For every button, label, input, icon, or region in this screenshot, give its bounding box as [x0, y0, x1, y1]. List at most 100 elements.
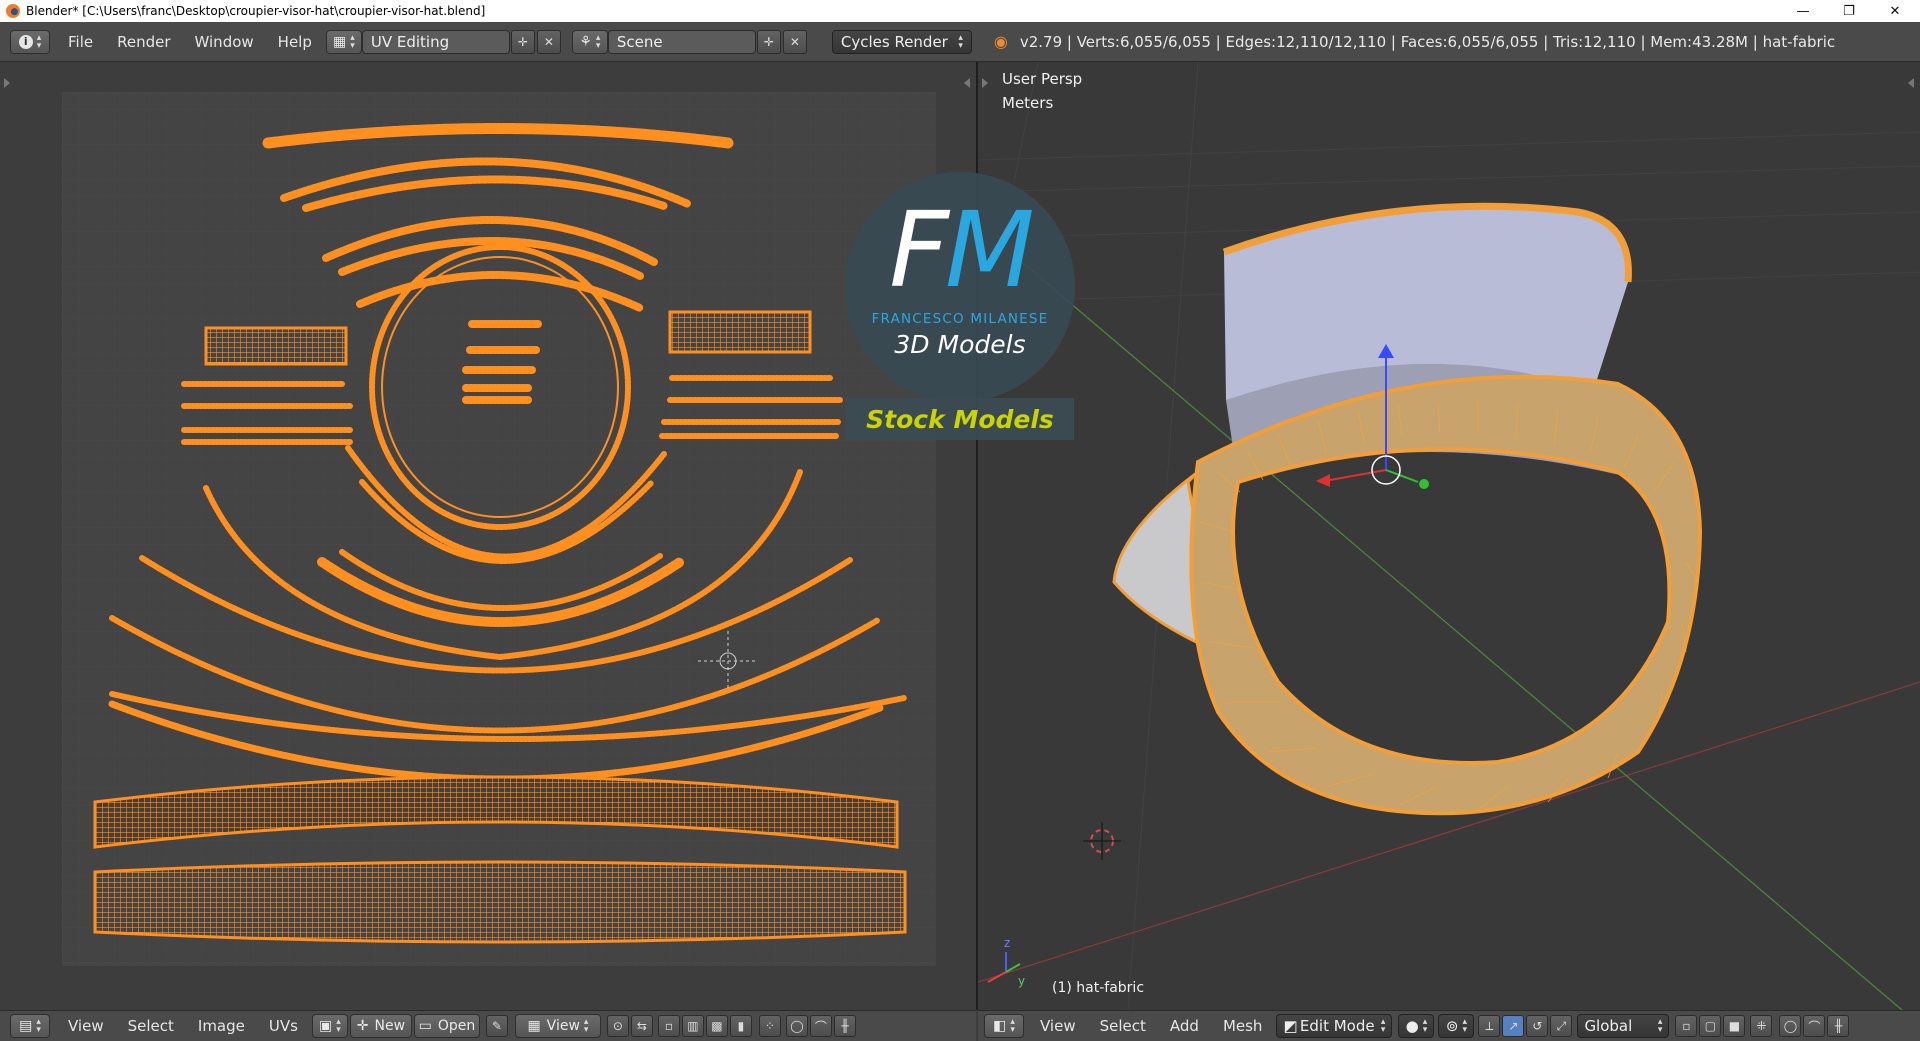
- folder-icon: ▭: [418, 1018, 432, 1034]
- edge-select-mode-icon[interactable]: ▢: [1699, 1015, 1722, 1037]
- view-mode-dropdown[interactable]: ▦ View ▴ ▾: [514, 1014, 601, 1038]
- region-toggle-icon[interactable]: [982, 78, 988, 88]
- window-titlebar: Blender* [C:\Users\franc\Desktop\croupie…: [0, 0, 1920, 22]
- remove-scene-icon[interactable]: ✕: [782, 29, 807, 54]
- scene-field[interactable]: Scene: [607, 29, 756, 54]
- uv-menu-view[interactable]: View: [56, 1017, 116, 1035]
- edge-select-icon[interactable]: ▥: [681, 1015, 704, 1037]
- snap-element-icon[interactable]: ⌒: [1803, 1015, 1826, 1037]
- plus-icon: ✛: [356, 1018, 369, 1034]
- uv-editor-header: ▤ ▴ ▾ View Select Image UVs ▣ ▴ ▾ ✛ New ▭ Open…: [0, 1010, 976, 1041]
- scene-statistics: v2.79 | Verts:6,055/6,055 | Edges:12,110…: [1019, 32, 1836, 51]
- region-toggle-icon[interactable]: [4, 78, 10, 88]
- info-icon: i: [18, 34, 33, 49]
- view-mode-icon: ▦: [527, 1018, 541, 1034]
- screen-layout-field[interactable]: UV Editing: [361, 29, 510, 54]
- pin-icon[interactable]: ✎: [485, 1015, 508, 1037]
- uv-sculpt-icon[interactable]: ╫: [833, 1015, 856, 1037]
- menu-file[interactable]: File: [56, 33, 105, 51]
- scene-icon: ⚘: [579, 33, 592, 50]
- orientation-label: Global: [1584, 1017, 1633, 1035]
- uv-image-editor[interactable]: [0, 62, 976, 1010]
- close-button[interactable]: ✕: [1872, 0, 1918, 22]
- sync-selection-icon[interactable]: ⇆: [630, 1015, 653, 1037]
- uv-menu-uvs[interactable]: UVs: [257, 1017, 310, 1035]
- new-image-button[interactable]: ✛ New: [349, 1014, 412, 1038]
- open-image-label: Open: [437, 1018, 476, 1034]
- axis-y-label: y: [1018, 974, 1026, 988]
- manipulator-toggle-icon[interactable]: ⟂: [1478, 1015, 1501, 1037]
- restore-button[interactable]: ❐: [1826, 0, 1872, 22]
- image-editor-icon: ▤: [19, 1018, 33, 1034]
- menu-render[interactable]: Render: [105, 33, 182, 51]
- proportional-edit-icon[interactable]: ◯: [785, 1015, 808, 1037]
- editor-type-button[interactable]: ◧ ▴ ▾: [984, 1014, 1024, 1038]
- scale-icon[interactable]: ⤢: [1550, 1015, 1573, 1037]
- spin-arrows-icon: ▴ ▾: [1010, 1017, 1015, 1035]
- render-engine-dropdown[interactable]: Cycles Render ▴ ▾: [831, 29, 972, 54]
- mode-label: Edit Mode: [1299, 1017, 1375, 1035]
- spin-arrows-icon: ▴ ▾: [350, 32, 355, 51]
- sticky-mode-icon[interactable]: ⁘: [758, 1015, 781, 1037]
- axis-z-label: z: [1004, 936, 1011, 950]
- open-image-button[interactable]: ▭ Open: [413, 1014, 480, 1038]
- view3d-menu-view[interactable]: View: [1028, 1017, 1088, 1035]
- uv-canvas[interactable]: [0, 62, 976, 1010]
- 3d-view-header: ◧ ▴ ▾ View Select Add Mesh ◩ Edit Mode ▴ ▾ ● ▴…: [978, 1010, 1920, 1041]
- watermark-name: FRANCESCO MILANESE: [871, 311, 1049, 327]
- view3d-menu-add[interactable]: Add: [1158, 1017, 1211, 1035]
- spin-arrows-icon: ▴ ▾: [36, 32, 42, 51]
- translate-icon[interactable]: ↗: [1502, 1015, 1525, 1037]
- editor-type-button[interactable]: ▤ ▴ ▾: [10, 1014, 50, 1038]
- screen-layout-browse-button[interactable]: ▦ ▴ ▾: [325, 29, 362, 54]
- watermark-tagline: 3D Models: [894, 330, 1026, 359]
- limit-selection-icon[interactable]: ⁜: [1750, 1015, 1773, 1037]
- active-object-label: (1) hat-fabric: [1052, 980, 1145, 996]
- x-axis-line: [978, 681, 1920, 983]
- watermark-letter-f: F: [889, 189, 949, 311]
- mode-dropdown[interactable]: ◩ Edit Mode ▴ ▾: [1276, 1014, 1393, 1038]
- pivot-point-dropdown[interactable]: ⊚ ▴ ▾: [1438, 1014, 1475, 1038]
- view3d-menu-select[interactable]: Select: [1088, 1017, 1158, 1035]
- render-engine-label: Cycles Render: [840, 32, 948, 51]
- watermark-badge: Stock Models: [846, 398, 1074, 440]
- transform-orientation-dropdown[interactable]: Global ▴ ▾: [1577, 1014, 1670, 1038]
- image-browse-button[interactable]: ▣ ▴ ▾: [311, 1014, 348, 1038]
- rotate-icon[interactable]: ↺: [1526, 1015, 1549, 1037]
- scene-browse-button[interactable]: ⚘ ▴ ▾: [571, 29, 608, 54]
- editor-type-button[interactable]: i ▴ ▾: [10, 29, 50, 54]
- units-label: Meters: [1002, 94, 1054, 112]
- viewport-shading-dropdown[interactable]: ● ▴ ▾: [1398, 1014, 1435, 1038]
- view3d-menu-mesh[interactable]: Mesh: [1211, 1017, 1275, 1035]
- vertex-select-mode-icon[interactable]: ▫: [1675, 1015, 1698, 1037]
- view-projection-label: User Persp: [1002, 70, 1083, 88]
- menu-help[interactable]: Help: [266, 33, 324, 51]
- spin-arrows-icon: ▴ ▾: [595, 32, 601, 51]
- snap-target-icon[interactable]: ╫: [1827, 1015, 1850, 1037]
- watermark-letter-m: M: [945, 189, 1035, 311]
- face-select-icon[interactable]: ▩: [705, 1015, 728, 1037]
- view-mode-label: View: [546, 1018, 580, 1034]
- island-select-icon[interactable]: ▮: [729, 1015, 752, 1037]
- window-title: Blender* [C:\Users\franc\Desktop\croupie…: [26, 4, 486, 18]
- 3d-viewport[interactable]: User Persp Meters (1) hat-fabric z y: [978, 62, 1920, 1010]
- minimize-button[interactable]: —: [1780, 0, 1826, 22]
- face-select-mode-icon[interactable]: ■: [1723, 1015, 1746, 1037]
- viewport-canvas[interactable]: [978, 62, 1920, 1010]
- uv-menu-image[interactable]: Image: [186, 1017, 257, 1035]
- pivot-icon[interactable]: ⊙: [606, 1015, 629, 1037]
- region-toggle-icon[interactable]: [964, 78, 970, 88]
- proportional-edit-icon[interactable]: ◯: [1779, 1015, 1802, 1037]
- remove-layout-icon[interactable]: ✕: [536, 29, 561, 54]
- uv-island-mesh: [668, 310, 812, 354]
- uv-menu-select[interactable]: Select: [116, 1017, 186, 1035]
- region-toggle-icon[interactable]: [1908, 78, 1914, 88]
- snap-icon[interactable]: ⌒: [809, 1015, 832, 1037]
- add-layout-icon[interactable]: ✛: [510, 29, 535, 54]
- vertex-select-icon[interactable]: ▫: [657, 1015, 680, 1037]
- 3d-cursor-icon[interactable]: [1083, 822, 1121, 860]
- info-header: i ▴ ▾ File Render Window Help ▦ ▴ ▾ UV Editi…: [0, 22, 1920, 62]
- add-scene-icon[interactable]: ✛: [756, 29, 781, 54]
- menu-window[interactable]: Window: [183, 33, 266, 51]
- spin-arrows-icon: ▴ ▾: [336, 1017, 341, 1035]
